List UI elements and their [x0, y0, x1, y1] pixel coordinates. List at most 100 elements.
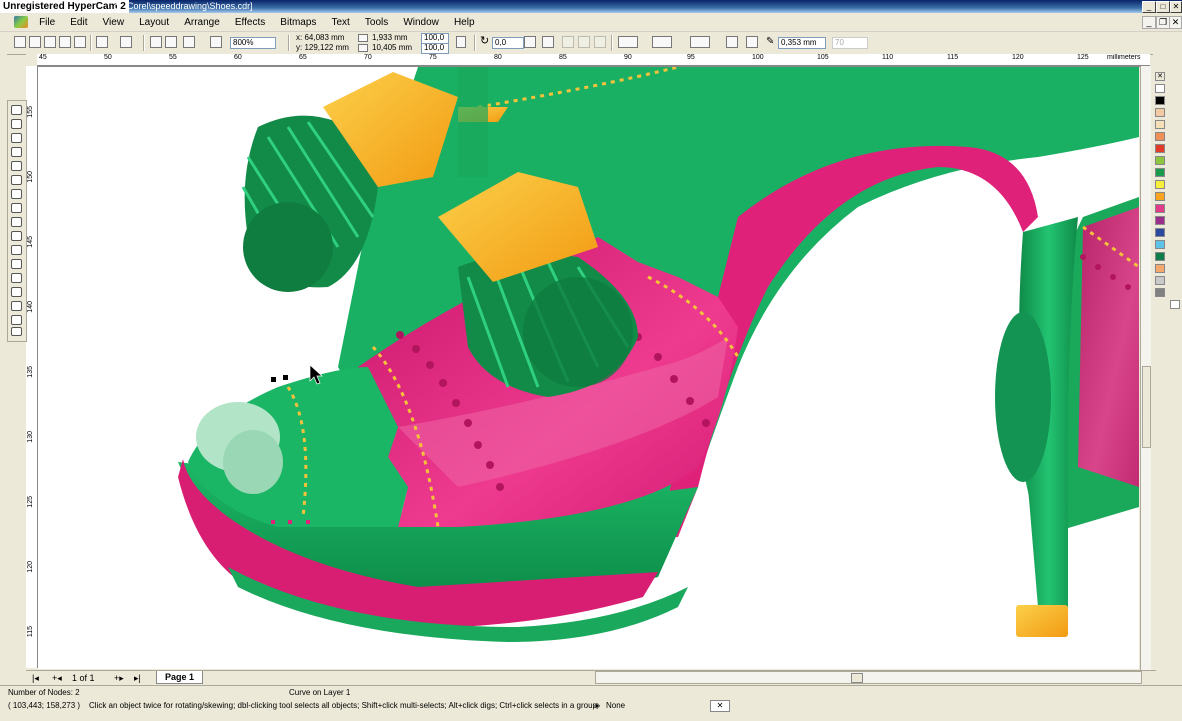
palette-swatch[interactable]: [1155, 288, 1165, 297]
close-button[interactable]: ✕: [1170, 1, 1182, 13]
dimension-tool-icon[interactable]: [11, 273, 22, 283]
arrange-icon[interactable]: [746, 36, 758, 48]
open-icon[interactable]: [29, 36, 41, 48]
connector-tool-icon[interactable]: [11, 287, 22, 297]
smart-fill-tool-icon[interactable]: [11, 175, 22, 185]
menu-edit[interactable]: Edit: [64, 14, 93, 31]
palette-swatch[interactable]: [1170, 300, 1180, 309]
wrap-text-icon[interactable]: [618, 36, 638, 48]
doc-close-button[interactable]: ✕: [1169, 16, 1182, 29]
palette-swatch[interactable]: [1155, 240, 1165, 249]
palette-swatch[interactable]: [1155, 96, 1165, 105]
save-icon[interactable]: [44, 36, 56, 48]
pick-tool-icon[interactable]: [11, 105, 22, 115]
palette-swatch[interactable]: [1155, 252, 1165, 261]
menu-help[interactable]: Help: [448, 14, 481, 31]
scale-height-field[interactable]: 100,0: [421, 43, 449, 54]
polygon-tool-icon[interactable]: [11, 217, 22, 227]
vertical-scroll-thumb[interactable]: [1142, 366, 1151, 448]
rotation-field[interactable]: 0,0: [492, 37, 524, 49]
menu-bitmaps[interactable]: Bitmaps: [274, 14, 322, 31]
palette-swatch[interactable]: [1155, 168, 1165, 177]
menu-effects[interactable]: Effects: [229, 14, 271, 31]
vertical-ruler[interactable]: 155 150 145 140 135 130 125 120 115: [26, 66, 38, 668]
ellipse-tool-icon[interactable]: [11, 203, 22, 213]
last-page-button[interactable]: ▸|: [134, 672, 141, 684]
launcher-icon[interactable]: [183, 36, 195, 48]
no-fill-swatch[interactable]: ✕: [1155, 72, 1165, 81]
minimize-button[interactable]: _: [1142, 1, 1156, 13]
eyedropper-tool-icon[interactable]: [11, 315, 22, 325]
ruler-label: 45: [39, 54, 47, 61]
width-field[interactable]: 1,933 mm: [370, 34, 412, 43]
palette-swatch[interactable]: [1155, 84, 1165, 93]
arrow-style-icon[interactable]: [690, 36, 710, 48]
node-count: Number of Nodes: 2: [8, 688, 80, 697]
palette-swatch[interactable]: [1155, 120, 1165, 129]
drawing-canvas[interactable]: [38, 67, 1139, 669]
lock-ratio-icon[interactable]: [456, 36, 466, 48]
palette-swatch[interactable]: [1155, 144, 1165, 153]
prev-page-button[interactable]: +◂: [52, 672, 62, 684]
palette-swatch[interactable]: [1155, 108, 1165, 117]
height-field[interactable]: 10,405 mm: [370, 44, 412, 53]
vertical-scrollbar[interactable]: [1140, 66, 1151, 670]
title-bar: Unregistered HyperCam 2 or_Corel\speeddr…: [0, 0, 1182, 13]
x-position-field[interactable]: x: 64,083 mm: [294, 34, 352, 43]
text-tool-icon[interactable]: [11, 245, 22, 255]
zoom-level-select[interactable]: 800%: [230, 37, 276, 49]
undo-icon[interactable]: [96, 36, 108, 48]
rectangle-tool-icon[interactable]: [11, 189, 22, 199]
menu-window[interactable]: Window: [397, 14, 445, 31]
palette-swatch[interactable]: [1155, 180, 1165, 189]
import-icon[interactable]: [150, 36, 162, 48]
palette-swatch[interactable]: [1155, 156, 1165, 165]
basic-shapes-tool-icon[interactable]: [11, 231, 22, 241]
outline-width-select[interactable]: 0,353 mm: [778, 37, 826, 49]
doc-restore-button[interactable]: ❐: [1156, 16, 1170, 29]
redo-icon[interactable]: [120, 36, 132, 48]
horizontal-scrollbar[interactable]: [595, 671, 1142, 684]
palette-swatch[interactable]: [1155, 132, 1165, 141]
palette-swatch[interactable]: [1155, 216, 1165, 225]
palette-swatch[interactable]: [1155, 228, 1165, 237]
snap-icon[interactable]: [210, 36, 222, 48]
next-page-button[interactable]: +▸: [114, 672, 124, 684]
print-icon[interactable]: [59, 36, 71, 48]
menu-file[interactable]: File: [33, 14, 61, 31]
ruler-label: 70: [364, 54, 372, 61]
palette-swatch[interactable]: [1155, 204, 1165, 213]
horizontal-ruler[interactable]: 45 50 55 60 65 70 75 80 85 90 95 100 105…: [37, 54, 1150, 67]
zoom-tool-icon[interactable]: [11, 147, 22, 157]
mirror-vertical-icon[interactable]: [542, 36, 554, 48]
palette-swatch[interactable]: [1155, 264, 1165, 273]
heel-tip[interactable]: [1016, 605, 1068, 637]
shoe-illustration[interactable]: [38, 67, 1139, 669]
cut-icon[interactable]: [74, 36, 86, 48]
page-tab[interactable]: Page 1: [156, 671, 204, 684]
new-icon[interactable]: [14, 36, 26, 48]
menu-view[interactable]: View: [97, 14, 131, 31]
menu-text[interactable]: Text: [325, 14, 355, 31]
crop-tool-icon[interactable]: [11, 133, 22, 143]
menu-layout[interactable]: Layout: [133, 14, 175, 31]
palette-swatch[interactable]: [1155, 276, 1165, 285]
shape-tool-icon[interactable]: [11, 119, 22, 129]
line-style-icon[interactable]: [652, 36, 672, 48]
horizontal-scroll-thumb[interactable]: [851, 673, 863, 683]
interactive-tool-icon[interactable]: [11, 301, 22, 311]
first-page-button[interactable]: |◂: [32, 672, 39, 684]
convert-icon[interactable]: [726, 36, 738, 48]
y-position-field[interactable]: y: 129,122 mm: [294, 44, 352, 53]
export-icon[interactable]: [165, 36, 177, 48]
table-tool-icon[interactable]: [11, 259, 22, 269]
fill-tool-icon[interactable]: [11, 327, 22, 336]
menu-arrange[interactable]: Arrange: [178, 14, 226, 31]
freehand-tool-icon[interactable]: [11, 161, 22, 171]
app-icon[interactable]: [14, 16, 28, 28]
menu-tools[interactable]: Tools: [359, 14, 394, 31]
maximize-button[interactable]: □: [1156, 1, 1170, 13]
palette-swatch[interactable]: [1155, 192, 1165, 201]
mirror-horizontal-icon[interactable]: [524, 36, 536, 48]
doc-minimize-button[interactable]: _: [1142, 16, 1156, 29]
